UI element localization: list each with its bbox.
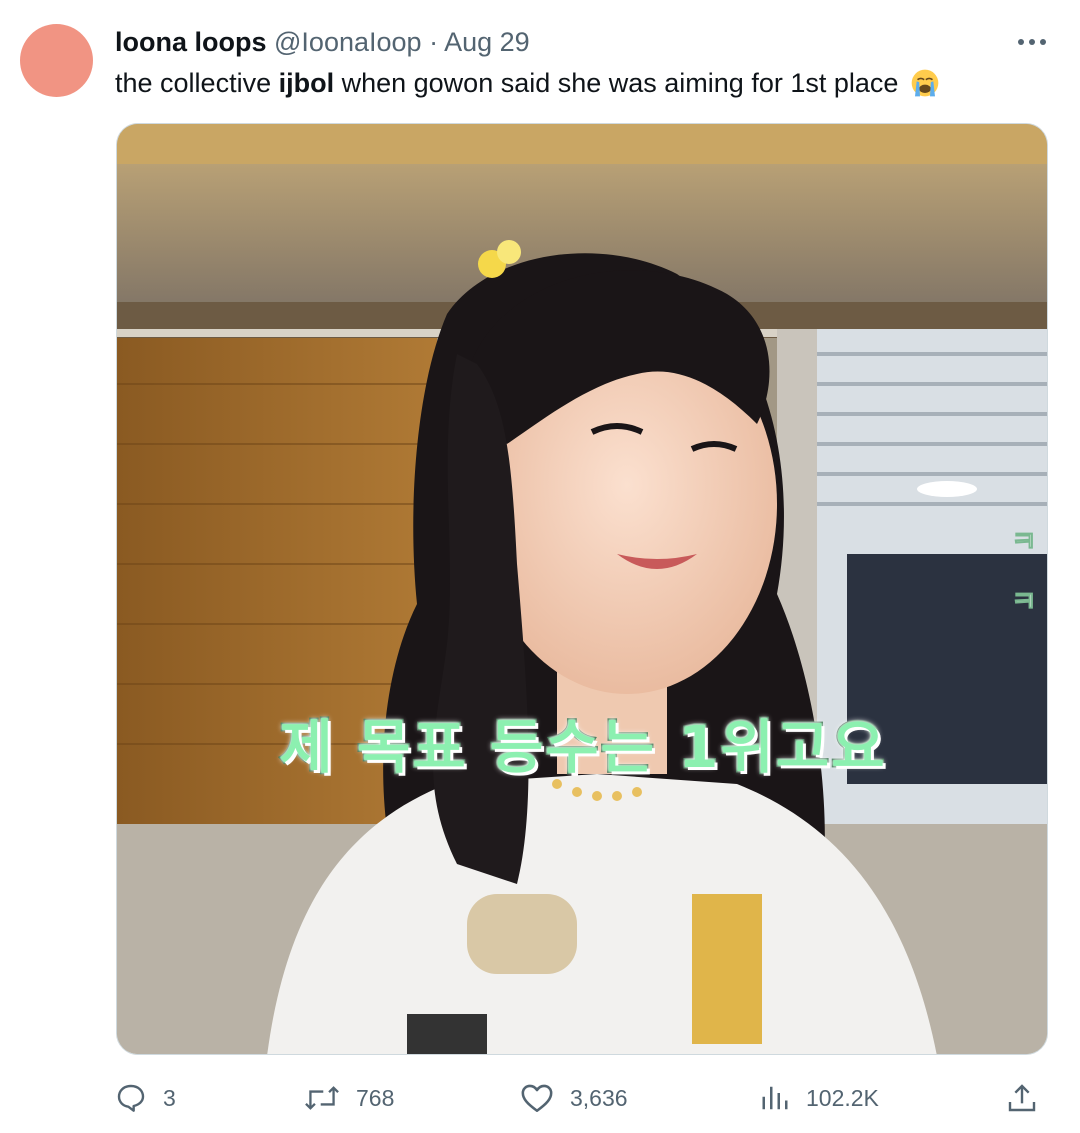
analytics-icon xyxy=(762,1086,788,1110)
more-icon xyxy=(1018,39,1046,45)
tweet-media-image[interactable]: ㅋ ㅋ 제 목표 등수는 1위고요 xyxy=(116,123,1048,1055)
heart-icon xyxy=(521,1084,553,1113)
side-caption-1: ㅋ xyxy=(1011,525,1038,559)
side-caption-2: ㅋ xyxy=(1011,585,1038,619)
handle[interactable]: @IoonaIoop xyxy=(274,27,422,57)
tweet-actions: 3 768 3,636 102.2K xyxy=(0,1078,1080,1118)
video-caption: 제 목표 등수는 1위고요 xyxy=(278,712,887,783)
reply-count: 3 xyxy=(163,1084,176,1111)
view-count: 102.2K xyxy=(806,1084,879,1111)
more-options-button[interactable] xyxy=(1012,26,1052,58)
like-count: 3,636 xyxy=(570,1084,628,1111)
tweet-text-start: the collective xyxy=(115,68,279,98)
reply-icon xyxy=(117,1084,145,1112)
tweet-text-end: when gowon said she was aiming for 1st p… xyxy=(334,68,899,98)
timestamp[interactable]: Aug 29 xyxy=(444,27,530,57)
share-icon xyxy=(1008,1084,1036,1112)
tweet-text: the collective ijbol when gowon said she… xyxy=(115,66,940,100)
reply-button[interactable]: 3 xyxy=(115,1078,176,1118)
tweet-text-bold: ijbol xyxy=(278,68,335,98)
tweet-header: loona loops @IoonaIoop · Aug 29 xyxy=(115,26,530,58)
avatar[interactable] xyxy=(20,24,93,97)
repost-icon xyxy=(305,1086,339,1110)
repost-button[interactable]: 768 xyxy=(304,1078,394,1118)
tweet[interactable]: loona loops @IoonaIoop · Aug 29 the coll… xyxy=(0,0,1080,1133)
views-button[interactable]: 102.2K xyxy=(760,1078,879,1118)
like-button[interactable]: 3,636 xyxy=(520,1078,628,1118)
photo-illustration xyxy=(117,124,1047,1054)
share-button[interactable] xyxy=(1006,1078,1054,1118)
display-name[interactable]: loona loops xyxy=(115,27,267,57)
loudly-crying-face-icon xyxy=(911,69,939,97)
separator: · xyxy=(429,27,439,57)
repost-count: 768 xyxy=(356,1084,395,1111)
